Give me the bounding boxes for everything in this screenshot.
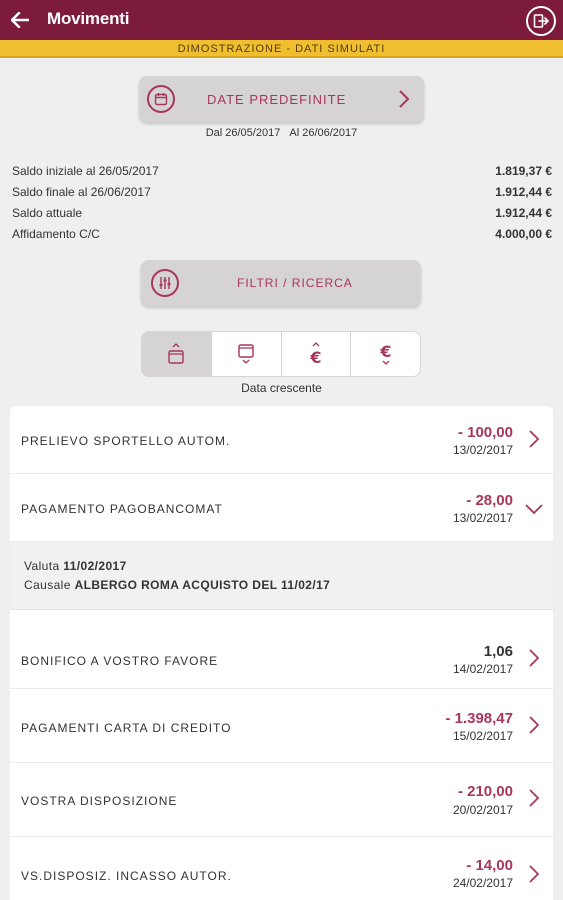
predefined-dates-label: DATE PREDEFINITE [207, 92, 347, 107]
chevron-right-icon [529, 789, 539, 807]
transaction-date: 15/02/2017 [452, 729, 513, 743]
logout-icon [533, 14, 549, 28]
transaction-row[interactable]: BONIFICO A VOSTRO FAVORE 1,06 14/02/2017 [10, 610, 553, 689]
summary-value: 1.912,44 € [495, 206, 552, 220]
logout-button[interactable] [526, 6, 556, 36]
summary-value: 4.000,00 € [495, 227, 552, 241]
svg-text:€: € [379, 342, 391, 361]
transaction-row[interactable]: PAGAMENTO PAGOBANCOMAT - 28,00 13/02/201… [10, 474, 553, 542]
page-title: Movimenti [47, 9, 130, 28]
summary-row: Saldo iniziale al 26/05/2017 1.819,37 € [12, 164, 552, 185]
summary-row: Affidamento C/C 4.000,00 € [12, 227, 552, 248]
date-range: Dal 26/05/2017 Al 26/06/2017 [0, 127, 563, 139]
transaction-description: PRELIEVO SPORTELLO AUTOM. [21, 434, 231, 448]
summary-label: Saldo attuale [12, 206, 83, 220]
date-ascending-icon [168, 343, 185, 364]
transactions-card: PRELIEVO SPORTELLO AUTOM. - 100,00 13/02… [10, 406, 553, 542]
transaction-amount: - 1.398,47 [445, 710, 513, 727]
transaction-amount: - 210,00 [457, 783, 513, 800]
filter-search-label: FILTRI / RICERCA [237, 276, 353, 290]
chevron-right-icon [529, 865, 539, 883]
transaction-date: 20/02/2017 [452, 803, 513, 817]
summary-label: Saldo finale al 26/06/2017 [12, 185, 151, 199]
causale-label: Causale [24, 578, 71, 592]
chevron-right-icon [529, 430, 539, 448]
transaction-description: BONIFICO A VOSTRO FAVORE [21, 654, 219, 668]
transaction-row[interactable]: PRELIEVO SPORTELLO AUTOM. - 100,00 13/02… [10, 406, 553, 474]
valuta-value: 11/02/2017 [63, 559, 127, 573]
date-descending-icon [238, 344, 254, 364]
amount-descending-icon: € [379, 342, 391, 365]
transaction-date: 13/02/2017 [452, 443, 513, 457]
calendar-icon [147, 85, 175, 113]
summary-value: 1.912,44 € [495, 185, 552, 199]
transaction-row[interactable]: VOSTRA DISPOSIZIONE - 210,00 20/02/2017 [10, 763, 553, 837]
chevron-right-icon [529, 716, 539, 734]
back-button[interactable] [6, 6, 34, 34]
chevron-down-icon [525, 504, 543, 514]
summary-label: Saldo iniziale al 26/05/2017 [12, 164, 159, 178]
sort-selector: € € [141, 331, 421, 377]
amount-ascending-icon: € [309, 342, 321, 366]
transaction-amount: 1,06 [483, 643, 513, 660]
chevron-right-icon [529, 649, 539, 667]
filter-search-button[interactable]: FILTRI / RICERCA [141, 260, 421, 306]
transaction-date: 24/02/2017 [452, 876, 513, 890]
app-header: Movimenti [0, 0, 563, 40]
transaction-description: PAGAMENTI CARTA DI CREDITO [21, 721, 232, 735]
date-to: Al 26/06/2017 [289, 127, 358, 139]
arrow-left-icon [11, 12, 29, 28]
summary-value: 1.819,37 € [495, 164, 552, 178]
transaction-description: PAGAMENTO PAGOBANCOMAT [21, 502, 223, 516]
transaction-amount: - 100,00 [457, 424, 513, 441]
transaction-amount: - 14,00 [466, 857, 513, 874]
causale-line: Causale ALBERGO ROMA ACQUISTO DEL 11/02/… [24, 578, 330, 592]
sliders-icon [151, 269, 179, 297]
predefined-dates-button[interactable]: DATE PREDEFINITE [139, 76, 424, 122]
transaction-description: VOSTRA DISPOSIZIONE [21, 794, 178, 808]
transactions-list: PRELIEVO SPORTELLO AUTOM. - 100,00 13/02… [10, 406, 553, 900]
transactions-card: BONIFICO A VOSTRO FAVORE 1,06 14/02/2017… [10, 610, 553, 900]
svg-text:€: € [309, 348, 321, 366]
transaction-date: 14/02/2017 [452, 662, 513, 676]
balance-summary: Saldo iniziale al 26/05/2017 1.819,37 € … [12, 164, 552, 248]
sort-label: Data crescente [241, 381, 322, 395]
causale-value: ALBERGO ROMA ACQUISTO DEL 11/02/17 [74, 578, 331, 592]
sort-amount-ascending[interactable]: € [282, 332, 352, 376]
valuta-line: Valuta 11/02/2017 [24, 559, 127, 573]
date-from: Dal 26/05/2017 [205, 127, 281, 139]
chevron-right-icon [399, 90, 410, 108]
summary-label: Affidamento C/C [12, 227, 100, 241]
sort-amount-descending[interactable]: € [351, 332, 420, 376]
valuta-label: Valuta [24, 559, 60, 573]
transaction-amount: - 28,00 [466, 492, 513, 509]
transaction-description: VS.DISPOSIZ. INCASSO AUTOR. [21, 869, 232, 883]
summary-row: Saldo finale al 26/06/2017 1.912,44 € [12, 185, 552, 206]
sort-date-ascending[interactable] [142, 332, 212, 376]
transaction-row[interactable]: PAGAMENTI CARTA DI CREDITO - 1.398,47 15… [10, 689, 553, 763]
demo-banner: DIMOSTRAZIONE - DATI SIMULATI [0, 40, 563, 58]
transaction-detail: Valuta 11/02/2017 Causale ALBERGO ROMA A… [10, 542, 553, 610]
summary-row: Saldo attuale 1.912,44 € [12, 206, 552, 227]
transaction-row[interactable]: VS.DISPOSIZ. INCASSO AUTOR. - 14,00 24/0… [10, 837, 553, 900]
transaction-date: 13/02/2017 [452, 511, 513, 525]
sort-date-descending[interactable] [212, 332, 282, 376]
